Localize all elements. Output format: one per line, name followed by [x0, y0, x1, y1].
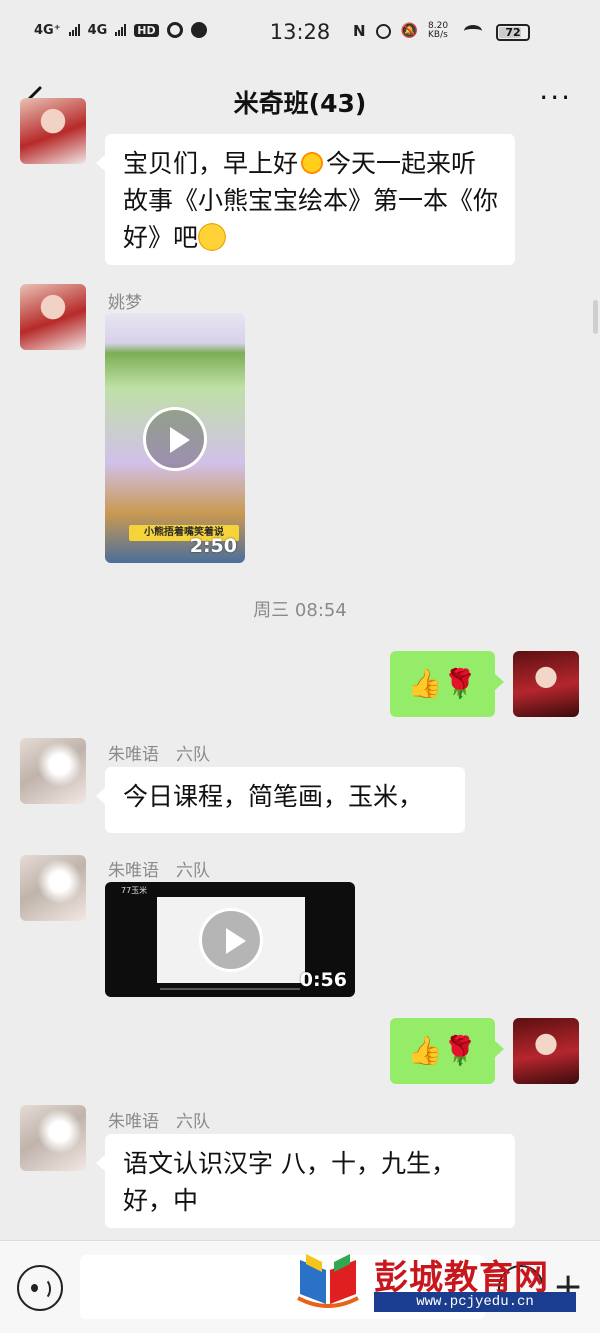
sun-emoji-icon: [298, 149, 327, 177]
message-text: 👍🌹: [407, 667, 478, 700]
sender-name: 朱唯语 六队: [108, 1112, 210, 1132]
play-icon[interactable]: [143, 407, 207, 471]
video-duration: 0:56: [299, 969, 347, 991]
nfc-icon: N: [353, 22, 366, 40]
battery-level-label: 72: [505, 26, 521, 39]
message-text: 今日课程，简笔画，玉米，: [123, 782, 424, 811]
avatar[interactable]: [20, 1105, 86, 1171]
watermark: 彭城教育网 www.pcjyedu.cn: [292, 1250, 592, 1316]
book-logo-icon: [297, 1254, 359, 1308]
message-bubble[interactable]: 今日课程，简笔画，玉米，: [96, 767, 465, 833]
status-right: N 🔕 8.20 KB/s: [353, 22, 482, 40]
avatar[interactable]: [20, 738, 86, 804]
network-speed: 8.20 KB/s: [428, 21, 449, 40]
video-title: 77玉米: [121, 886, 148, 895]
avatar[interactable]: [20, 855, 86, 921]
sender-name: 朱唯语 六队: [108, 745, 210, 765]
battery-icon: 72: [496, 24, 530, 41]
avatar[interactable]: [20, 98, 86, 164]
message-text: 宝贝们，早上好: [123, 149, 299, 178]
avatar[interactable]: [20, 284, 86, 350]
timestamp: 周三 08:54: [253, 600, 347, 621]
mute-icon: 🔕: [400, 23, 418, 39]
smile-emoji-icon: [198, 223, 227, 251]
more-button[interactable]: ···: [539, 84, 572, 112]
message-text: 👍🌹: [407, 1034, 478, 1067]
sender-name: 姚梦: [108, 293, 142, 313]
video-message[interactable]: 77玉米 0:56: [105, 882, 355, 997]
message-text: 语文认识汉字 八，十，九生，好，中: [123, 1149, 456, 1215]
voice-button[interactable]: [17, 1265, 63, 1311]
chat-title: 米奇班(43): [233, 89, 367, 118]
watermark-url: www.pcjyedu.cn: [374, 1292, 576, 1312]
wifi-icon: [464, 25, 482, 37]
video-message[interactable]: 小熊捂着嘴笑着说 2:50: [105, 313, 245, 563]
video-duration: 2:50: [189, 535, 237, 557]
status-bar: 4G⁺ 4G HD 13:28 N 🔕 8.20 KB/s 72: [0, 0, 600, 70]
message-bubble[interactable]: 宝贝们，早上好 今天一起来听故事《小熊宝宝绘本》第一本《你好》吧: [96, 134, 515, 265]
message-bubble-self[interactable]: 👍🌹: [390, 651, 504, 717]
avatar-self[interactable]: [513, 1018, 579, 1084]
avatar-self[interactable]: [513, 651, 579, 717]
message-bubble[interactable]: 语文认识汉字 八，十，九生，好，中: [96, 1134, 515, 1228]
scrollbar[interactable]: [593, 300, 598, 334]
progress-bar: [160, 988, 300, 990]
chat-header: 米奇班(43) ···: [0, 70, 600, 132]
alarm-icon: [375, 23, 391, 39]
play-icon[interactable]: [199, 908, 263, 972]
message-bubble-self[interactable]: 👍🌹: [390, 1018, 504, 1084]
sender-name: 朱唯语 六队: [108, 861, 210, 881]
